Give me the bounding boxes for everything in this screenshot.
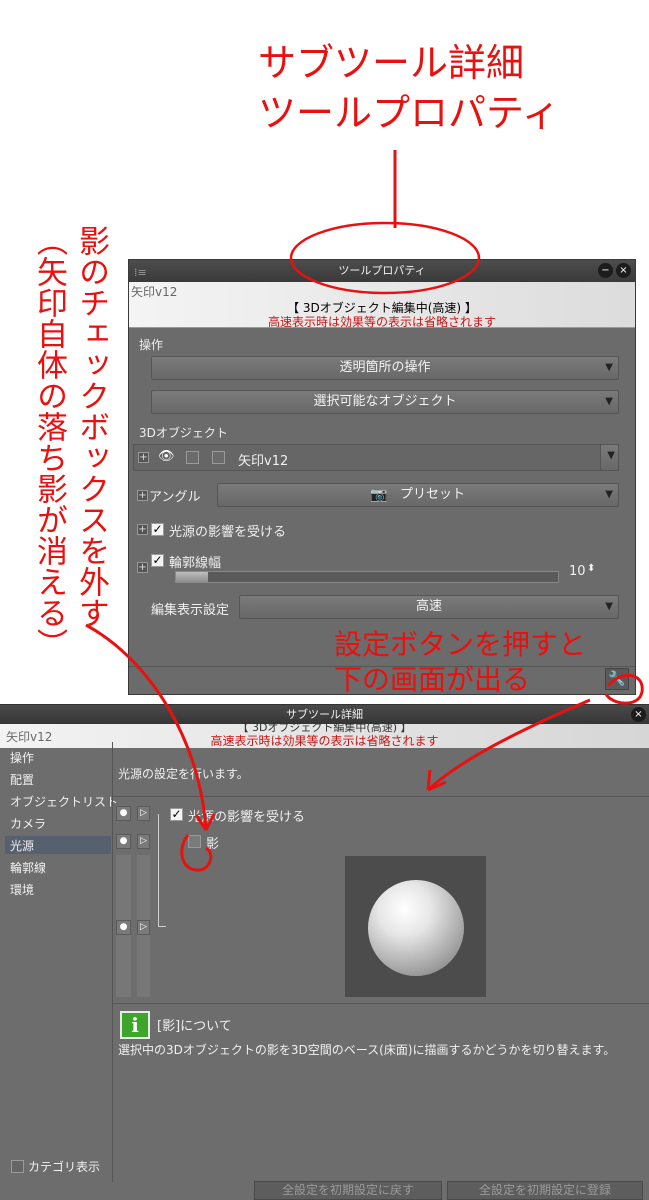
title-highlight-ellipse — [289, 221, 481, 295]
shadow-arrow — [85, 623, 208, 831]
annotation-strokes — [85, 150, 644, 872]
shadow-checkbox-circle — [180, 834, 213, 872]
settings-arrow — [426, 698, 591, 792]
settings-button-circle — [604, 673, 644, 705]
